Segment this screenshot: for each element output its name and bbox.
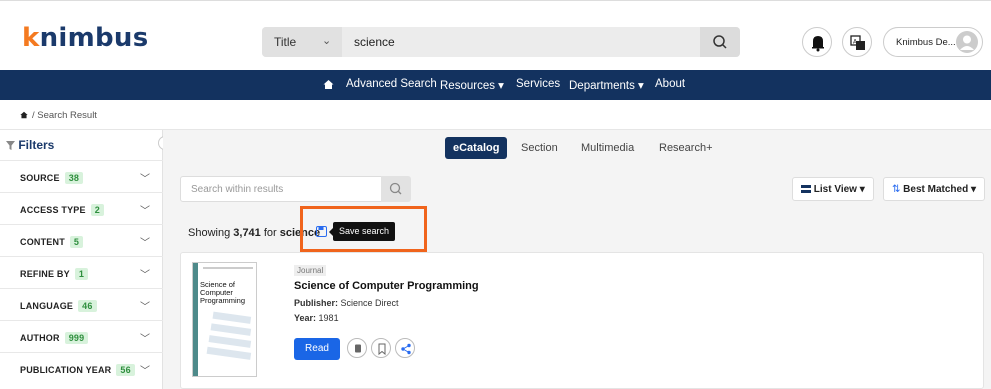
knimbus-logo[interactable]: knimbus: [22, 23, 149, 53]
details-button[interactable]: [347, 338, 367, 358]
list-icon: [801, 185, 811, 193]
filter-author[interactable]: AUTHOR 999 ﹀: [0, 320, 163, 352]
chevron-down-icon: ﹀: [140, 334, 150, 345]
filter-count-badge: 2: [90, 204, 104, 216]
results-panel: eCatalog Section Multimedia Research+ Se…: [163, 130, 991, 389]
share-button[interactable]: [395, 338, 415, 358]
search-within-placeholder: Search within results: [191, 184, 284, 195]
notifications-button[interactable]: [802, 27, 832, 57]
results-count: 3,741: [233, 227, 261, 239]
filters-sidebar: Filters SOURCE 38 ﹀ ACCESS TYPE 2 ﹀ CONTEN…: [0, 130, 163, 389]
user-name: Knimbus De...: [896, 37, 956, 48]
highlight-box: [300, 206, 427, 252]
content-tabs: eCatalog Section Multimedia Research+: [163, 130, 991, 165]
bookmark-button[interactable]: [371, 338, 391, 358]
nav-advanced-search[interactable]: Advanced Search: [346, 78, 437, 90]
cover-artwork: [203, 267, 253, 360]
filter-count-badge: 5: [69, 236, 84, 248]
filter-label: REFINE BY 1: [20, 268, 89, 280]
chevron-down-icon: ﹀: [140, 206, 150, 217]
nav-resources[interactable]: Resources ▾: [440, 78, 504, 92]
sort-label: Best Matched ▾: [903, 184, 976, 195]
filter-source[interactable]: SOURCE 38 ﹀: [0, 160, 163, 192]
nav-services[interactable]: Services: [516, 78, 560, 90]
chevron-down-icon: ﹀: [140, 238, 150, 249]
filter-publication-year[interactable]: PUBLICATION YEAR 56 ﹀: [0, 352, 163, 384]
chevron-down-icon: ﹀: [140, 302, 150, 313]
filter-label: LANGUAGE 46: [20, 300, 97, 312]
logo-rest: nimbus: [39, 23, 149, 53]
filter-count-badge: 999: [64, 332, 89, 344]
search-type-select[interactable]: Title ⌄: [262, 27, 342, 57]
home-icon[interactable]: [20, 111, 28, 119]
translate-icon: A: [850, 35, 865, 50]
chevron-down-icon: ⌄: [322, 35, 332, 47]
funnel-icon: [6, 141, 15, 150]
search-input[interactable]: science: [354, 35, 395, 49]
sort-dropdown[interactable]: ⇅ Best Matched ▾: [883, 177, 985, 201]
filter-label: CONTENT 5: [20, 236, 84, 248]
chevron-down-icon: ﹀: [140, 366, 150, 377]
bell-icon: [812, 36, 824, 52]
result-cover-image[interactable]: Science of Computer Programming: [192, 262, 257, 377]
nav-about[interactable]: About: [655, 78, 685, 90]
search-within-button[interactable]: [381, 176, 411, 202]
search-button[interactable]: [700, 27, 740, 57]
result-card: Science of Computer Programming Journal …: [180, 252, 984, 389]
search-icon: [389, 182, 402, 195]
translate-button[interactable]: A: [842, 27, 872, 57]
tab-section[interactable]: Section: [513, 137, 566, 159]
document-icon: [355, 344, 361, 353]
filters-title: Filters: [18, 138, 55, 152]
search-icon: [713, 35, 727, 49]
filter-count-badge: 56: [116, 364, 135, 376]
filter-label: AUTHOR 999: [20, 332, 89, 344]
chevron-down-icon: ﹀: [140, 174, 150, 185]
user-menu-button[interactable]: Knimbus De...: [883, 27, 983, 57]
logo-lead: k: [22, 23, 40, 53]
avatar-icon: [956, 31, 978, 53]
filters-heading: Filters: [6, 138, 54, 152]
tab-ecatalog[interactable]: eCatalog: [445, 137, 508, 159]
chevron-down-icon: ﹀: [140, 270, 150, 281]
breadcrumb: / Search Result: [0, 100, 991, 130]
search-bar: Title ⌄ science: [262, 27, 740, 57]
list-view-dropdown[interactable]: List View ▾: [792, 177, 874, 201]
result-type-badge: Journal: [294, 265, 327, 276]
result-title[interactable]: Science of Computer Programming: [294, 280, 479, 292]
nav-departments[interactable]: Departments ▾: [569, 78, 644, 92]
search-within-input[interactable]: Search within results: [180, 176, 411, 202]
filter-language[interactable]: LANGUAGE 46 ﹀: [0, 288, 163, 320]
filter-refine-by[interactable]: REFINE BY 1 ﹀: [0, 256, 163, 288]
home-icon[interactable]: [323, 79, 334, 90]
filter-label: PUBLICATION YEAR 56: [20, 364, 135, 376]
filter-count-badge: 1: [74, 268, 89, 280]
top-bar: knimbus Title ⌄ science A Knimbus De...: [0, 0, 991, 70]
result-year: Year: 1981: [294, 313, 339, 323]
filter-count-badge: 46: [78, 300, 97, 312]
share-icon: [401, 343, 411, 355]
bookmark-icon: [378, 343, 386, 356]
filter-content[interactable]: CONTENT 5 ﹀: [0, 224, 163, 256]
read-button[interactable]: Read: [294, 338, 340, 360]
tab-research-plus[interactable]: Research+: [651, 137, 721, 159]
sort-icon: ⇅: [892, 184, 901, 195]
result-publisher: Publisher: Science Direct: [294, 298, 399, 308]
search-type-value: Title: [274, 35, 297, 49]
breadcrumb-current: / Search Result: [32, 110, 97, 121]
filter-label: ACCESS TYPE 2: [20, 204, 104, 216]
filter-label: SOURCE 38: [20, 172, 84, 184]
filter-access-type[interactable]: ACCESS TYPE 2 ﹀: [0, 192, 163, 224]
main-nav: Advanced Search Resources ▾ Services Dep…: [0, 70, 991, 100]
filter-count-badge: 38: [64, 172, 84, 184]
tab-multimedia[interactable]: Multimedia: [573, 137, 642, 159]
view-label: List View ▾: [813, 184, 865, 195]
